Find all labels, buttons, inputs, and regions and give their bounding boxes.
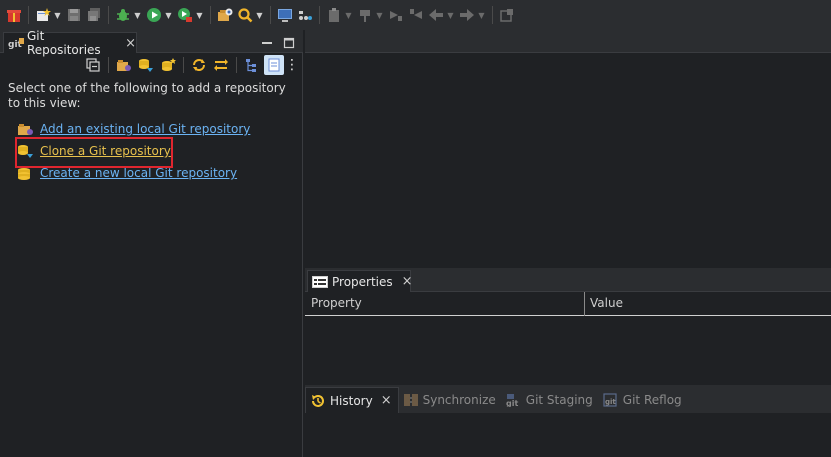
properties-panel: Properties × Property Value [305,268,831,383]
link-label: Add an existing local Git repository [40,122,251,136]
prev-annotation-icon[interactable] [407,6,425,24]
back-icon[interactable] [427,6,445,24]
tab-label: Git Reflog [622,393,682,407]
svg-text:git: git [506,399,518,407]
console-icon[interactable] [276,6,294,24]
properties-icon [312,275,328,288]
highlight-box [15,137,173,168]
maximize-icon[interactable] [498,6,516,24]
toolbar-separator [108,6,109,24]
toolbar-separator [270,6,271,24]
tab-label: Properties [332,274,393,289]
history-icon [310,394,326,408]
save-icon[interactable] [65,6,83,24]
refresh-icon[interactable] [189,55,209,75]
debug-icon[interactable] [114,6,132,24]
add-repository-icon[interactable] [114,55,134,75]
close-icon[interactable]: × [402,274,413,289]
tab-history[interactable]: History × [305,387,399,413]
chevron-down-icon[interactable]: ▼ [375,6,384,24]
tab-git-staging[interactable]: git Git Staging [502,387,599,413]
editor-tabbar [305,30,831,53]
chevron-down-icon[interactable]: ▼ [133,6,142,24]
synchronize-icon [403,393,419,407]
next-annotation-icon[interactable] [387,6,405,24]
bottom-tabbar: History × Synchronize git Git Staging gi… [305,385,831,413]
minimize-icon[interactable] [261,34,273,46]
link-label: Create a new local Git repository [40,166,238,180]
run-external-icon[interactable] [176,6,194,24]
git-repositories-tabbar: git Git Repositories × [0,29,303,57]
column-divider[interactable] [584,292,585,316]
editor-area [305,30,831,266]
git-repositories-panel: git Git Repositories × ⋮ Select one of t… [0,29,303,457]
link-with-selection-icon[interactable] [211,55,231,75]
pin-icon[interactable] [356,6,374,24]
open-task-icon[interactable] [216,6,234,24]
chevron-down-icon[interactable]: ▼ [446,6,455,24]
history-panel: History × Synchronize git Git Staging gi… [305,385,831,457]
toolbar-separator [183,57,184,73]
chevron-down-icon[interactable]: ▼ [255,6,264,24]
eclipse-window: ▼ ▼ ▼ ▼ ▼ ▼ ▼ ▼ ▼ git Git Repositories ×… [0,0,831,457]
toolbar-separator [210,6,211,24]
chevron-down-icon[interactable]: ▼ [344,6,353,24]
tab-git-reflog[interactable]: git Git Reflog [599,387,688,413]
tab-properties[interactable]: Properties × [307,270,413,292]
forward-icon[interactable] [458,6,476,24]
view-window-controls [261,34,295,49]
main-toolbar: ▼ ▼ ▼ ▼ ▼ ▼ ▼ ▼ ▼ [0,0,831,30]
toolbar-separator [319,6,320,24]
git-staging-icon: git [506,393,522,408]
collapse-all-icon[interactable] [83,55,103,75]
clone-repository-icon[interactable] [136,55,156,75]
properties-tabbar: Properties × [305,268,831,292]
folder-git-icon [17,121,35,137]
close-icon[interactable]: × [125,36,136,51]
create-repository-icon[interactable] [158,55,178,75]
toolbar-separator [108,57,109,73]
gift-icon[interactable] [5,6,23,24]
column-header-value[interactable]: Value [590,296,623,310]
toolbar-separator [28,6,29,24]
view-menu-icon[interactable]: ⋮ [285,57,299,73]
git-repositories-toolbar: ⋮ [0,53,303,77]
maximize-icon[interactable] [283,34,295,49]
tab-synchronize[interactable]: Synchronize [399,387,502,413]
svg-text:git: git [605,398,616,406]
chevron-down-icon[interactable]: ▼ [195,6,204,24]
toolbar-separator [492,6,493,24]
git-icon: git [8,36,24,50]
chevron-down-icon[interactable]: ▼ [477,6,486,24]
search-icon[interactable] [236,6,254,24]
tab-label: Git Staging [525,393,593,407]
intro-text: Select one of the following to add a rep… [8,81,286,110]
run-icon[interactable] [145,6,163,24]
tab-git-repositories[interactable]: git Git Repositories × [3,29,137,57]
hierarchical-layout-icon[interactable] [242,55,262,75]
column-header-property[interactable]: Property [311,296,362,310]
new-icon[interactable] [34,6,52,24]
tab-label: Synchronize [422,393,496,407]
properties-table-header: Property Value [305,292,831,316]
chevron-down-icon[interactable]: ▼ [164,6,173,24]
tab-label: History [330,393,373,408]
chevron-down-icon[interactable]: ▼ [53,6,62,24]
save-all-icon[interactable] [85,6,103,24]
clipboard-icon[interactable] [325,6,343,24]
close-icon[interactable]: × [381,393,392,408]
git-reflog-icon: git [603,393,619,407]
link-icon[interactable] [296,6,314,24]
toolbar-separator [236,57,237,73]
show-details-icon[interactable] [264,55,284,75]
add-existing-repository-link[interactable]: Add an existing local Git repository [17,120,250,138]
